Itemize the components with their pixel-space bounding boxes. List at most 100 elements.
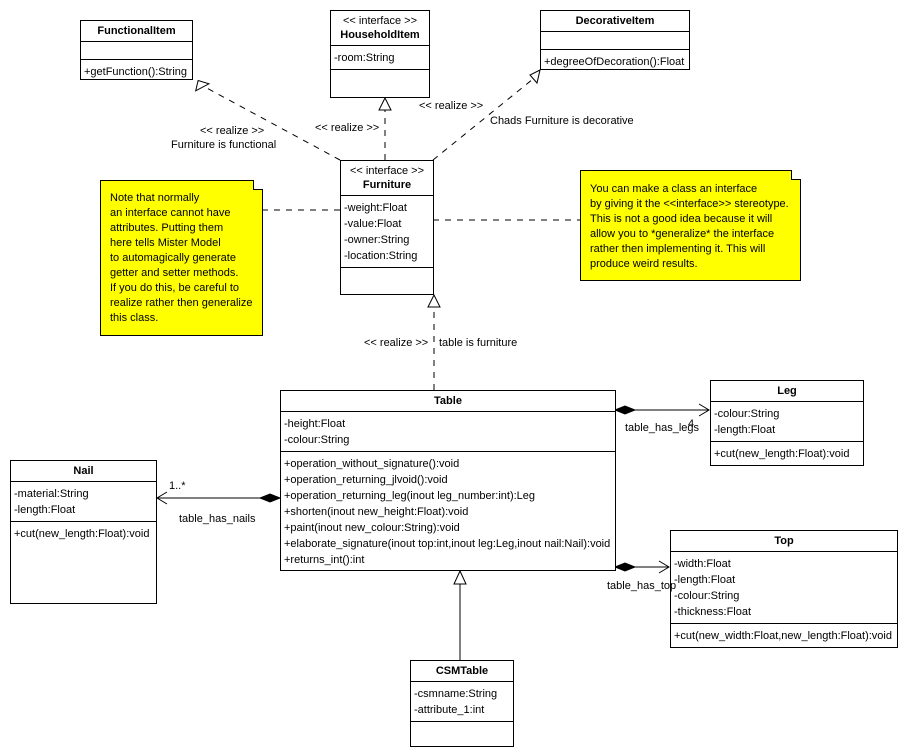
- class-nail[interactable]: Nail -material:String -length:Float +cut(ne…: [10, 460, 157, 604]
- class-header: << interface >> HouseholdItem: [331, 11, 429, 46]
- generalization-triangle-icon: [453, 569, 467, 585]
- note-line: rather then implementing it. This will: [590, 243, 766, 255]
- nails-association-label: table_has_nails: [179, 513, 256, 525]
- note-line: produce weird results.: [590, 258, 698, 270]
- operation: +returns_int():int: [284, 554, 365, 566]
- composition-diamond-icon: [613, 562, 637, 572]
- attribute: -length:Float: [14, 504, 76, 516]
- note-line: this class.: [110, 312, 159, 324]
- note-line: Note that normally: [110, 192, 200, 204]
- realize-functional-label: << realize >>: [200, 125, 265, 137]
- attribute: -value:Float: [344, 218, 402, 230]
- attribute: -length:Float: [714, 424, 776, 436]
- attribute: -room:String: [334, 52, 395, 64]
- operations-section: [411, 722, 513, 745]
- operations-section: +cut(new_width:Float,new_length:Float):v…: [671, 624, 897, 647]
- attribute: -height:Float: [284, 418, 346, 430]
- table-name-label: table is furniture: [439, 337, 518, 349]
- note-fold: [253, 180, 263, 190]
- class-name: Furniture: [362, 179, 412, 191]
- attribute: -colour:String: [714, 408, 780, 420]
- attributes-section: -width:Float -length:Float -colour:String -…: [671, 552, 897, 624]
- class-decorative-item[interactable]: DecorativeItem +degreeOfDecoration():Floa…: [540, 10, 690, 70]
- realize-triangle-icon: [529, 69, 541, 85]
- class-header: DecorativeItem: [541, 11, 689, 32]
- nails-multiplicity: 1..*: [169, 480, 186, 492]
- attribute: -colour:String: [674, 590, 740, 602]
- operations-section: +degreeOfDecoration():Float: [541, 50, 689, 73]
- functional-name-label: Furniture is functional: [171, 139, 277, 151]
- note-line: getter and setter methods.: [110, 267, 239, 279]
- attribute: -attribute_1:int: [414, 704, 485, 716]
- operations-section: [341, 268, 433, 293]
- class-functional-item[interactable]: FunctionalItem +getFunction():String: [80, 20, 193, 80]
- note-line: If you do this, be careful to: [110, 282, 240, 294]
- operation: +operation_without_signature():void: [284, 458, 460, 470]
- note-line: This is not a good idea because it will: [590, 213, 773, 225]
- top-association-label: table_has_top: [607, 580, 677, 592]
- operations-section: +cut(new_length:Float):void: [711, 442, 863, 465]
- class-csm-table[interactable]: CSMTable -csmname:String -attribute_1:int: [410, 660, 514, 747]
- operation: +degreeOfDecoration():Float: [544, 56, 685, 68]
- attribute: -length:Float: [674, 574, 736, 586]
- class-leg[interactable]: Leg -colour:String -length:Float +cut(new_l…: [710, 380, 864, 466]
- class-name: HouseholdItem: [340, 29, 420, 41]
- attribute: -thickness:Float: [674, 606, 752, 618]
- composition-diamond-icon: [258, 493, 282, 503]
- attribute: -csmname:String: [414, 688, 498, 700]
- operations-section: [331, 70, 429, 96]
- class-header: Table: [281, 391, 615, 412]
- note-line: attributes. Putting them: [110, 222, 224, 234]
- operation: +cut(new_length:Float):void: [14, 528, 150, 540]
- attributes-section: -colour:String -length:Float: [711, 402, 863, 442]
- class-header: FunctionalItem: [81, 21, 192, 42]
- class-name: Leg: [777, 385, 797, 397]
- note-line: here tells Mister Model: [110, 237, 221, 249]
- operation: +paint(inout new_colour:String):void: [284, 522, 460, 534]
- stereotype-label: << interface >>: [343, 15, 417, 27]
- attributes-section: [541, 32, 689, 50]
- realize-table-label: << realize >>: [364, 337, 429, 349]
- note-line: an interface cannot have: [110, 207, 231, 219]
- attributes-section: -csmname:String -attribute_1:int: [411, 682, 513, 722]
- class-header: Leg: [711, 381, 863, 402]
- class-name: Table: [434, 395, 462, 407]
- operation: +cut(new_width:Float,new_length:Float):v…: [674, 630, 892, 642]
- realize-household-label: << realize >>: [315, 122, 380, 134]
- note-fold: [791, 170, 801, 180]
- composition-diamond-icon: [613, 405, 637, 415]
- realize-decorative-label: << realize >>: [419, 100, 484, 112]
- uml-class-diagram: FunctionalItem +getFunction():String << i…: [0, 0, 908, 756]
- operation: +cut(new_length:Float):void: [714, 448, 850, 460]
- class-name: Top: [774, 535, 794, 547]
- class-table[interactable]: Table -height:Float -colour:String +operati…: [280, 390, 616, 571]
- attribute: -weight:Float: [344, 202, 407, 214]
- class-header: Top: [671, 531, 897, 552]
- note-interface-attributes[interactable]: Note that normally an interface cannot ha…: [100, 180, 263, 336]
- realize-triangle-icon: [194, 79, 211, 92]
- class-furniture[interactable]: << interface >> Furniture -weight:Float -va…: [340, 160, 434, 295]
- realize-triangle-icon: [427, 293, 441, 308]
- realize-triangle-icon: [378, 96, 392, 111]
- class-name: FunctionalItem: [97, 25, 176, 37]
- operations-section: +operation_without_signature():void +oper…: [281, 452, 615, 571]
- operations-section: +getFunction():String: [81, 60, 192, 83]
- class-name: CSMTable: [435, 665, 489, 677]
- attributes-section: -room:String: [331, 46, 429, 70]
- operations-section: +cut(new_length:Float):void: [11, 522, 156, 602]
- attributes-section: -material:String -length:Float: [11, 482, 156, 522]
- attributes-section: [81, 42, 192, 60]
- note-line: allow you to *generalize* the interface: [590, 228, 775, 240]
- legs-multiplicity: 4: [688, 418, 695, 430]
- attribute: -location:String: [344, 250, 418, 262]
- stereotype-label: << interface >>: [350, 165, 424, 177]
- attributes-section: -height:Float -colour:String: [281, 412, 615, 452]
- note-interface-stereotype[interactable]: You can make a class an interface by givi…: [580, 170, 801, 281]
- class-header: << interface >> Furniture: [341, 161, 433, 196]
- class-top[interactable]: Top -width:Float -length:Float -colour:Stri…: [670, 530, 898, 648]
- class-name: Nail: [73, 465, 94, 477]
- operation: +operation_returning_jlvoid():void: [284, 474, 448, 486]
- class-header: Nail: [11, 461, 156, 482]
- decorative-name-label: Chads Furniture is decorative: [490, 115, 634, 127]
- class-household-item[interactable]: << interface >> HouseholdItem -room:String: [330, 10, 430, 98]
